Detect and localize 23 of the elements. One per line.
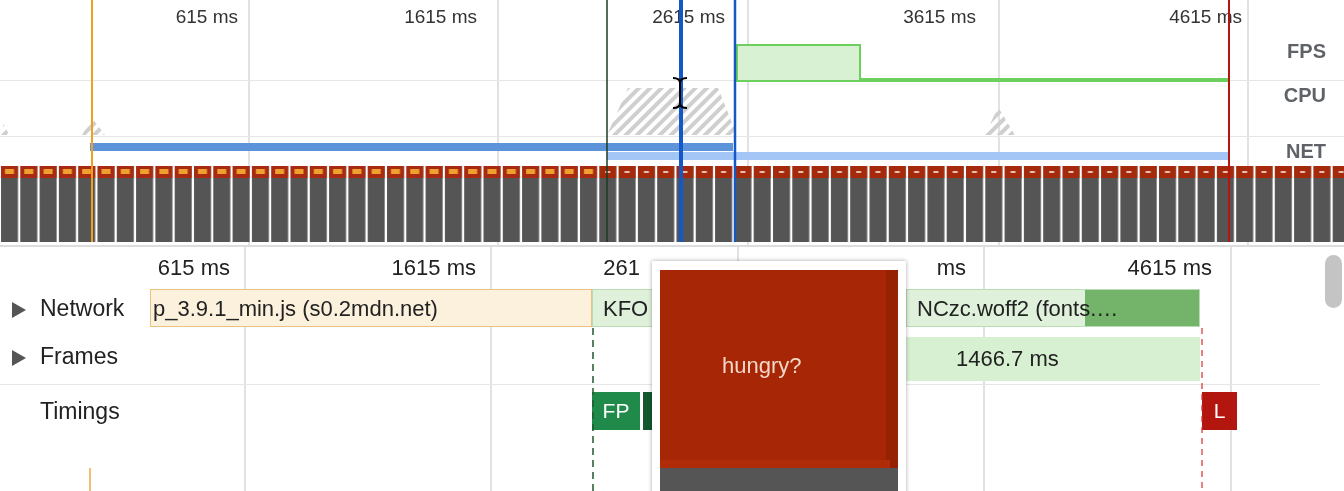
network-request-bar[interactable]: p_3.9.1_min.js (s0.2mdn.net) bbox=[150, 289, 592, 327]
text-cursor-icon bbox=[672, 77, 688, 109]
time-tick-label: 615 ms bbox=[157, 255, 230, 281]
network-request-bar[interactable]: NCzc.woff2 (fonts.… bbox=[906, 289, 1200, 327]
scrollbar-thumb[interactable] bbox=[1325, 255, 1342, 308]
track-label: Frames bbox=[40, 343, 118, 370]
marker-line bbox=[89, 467, 91, 491]
timing-marker[interactable] bbox=[643, 392, 653, 430]
time-tick-label: 615 ms bbox=[175, 6, 238, 28]
track-label: Timings bbox=[40, 398, 120, 425]
frame-bar[interactable]: 1466.7 ms bbox=[906, 337, 1200, 381]
expand-arrow-icon[interactable] bbox=[12, 302, 26, 318]
timing-marker[interactable]: FP bbox=[592, 392, 640, 430]
timing-marker[interactable]: L bbox=[1202, 392, 1237, 430]
time-tick-label: 4615 ms bbox=[1127, 255, 1212, 281]
time-tick-label: 1615 ms bbox=[391, 255, 476, 281]
time-tick-label: ms bbox=[936, 255, 966, 281]
expand-arrow-icon[interactable] bbox=[12, 350, 26, 366]
screenshot-text: hungry? bbox=[722, 353, 802, 379]
track-label: Network bbox=[40, 295, 125, 322]
time-tick-label: 1615 ms bbox=[404, 6, 477, 28]
time-tick-label: 261 bbox=[603, 255, 640, 281]
time-tick-label: 3615 ms bbox=[903, 6, 976, 28]
